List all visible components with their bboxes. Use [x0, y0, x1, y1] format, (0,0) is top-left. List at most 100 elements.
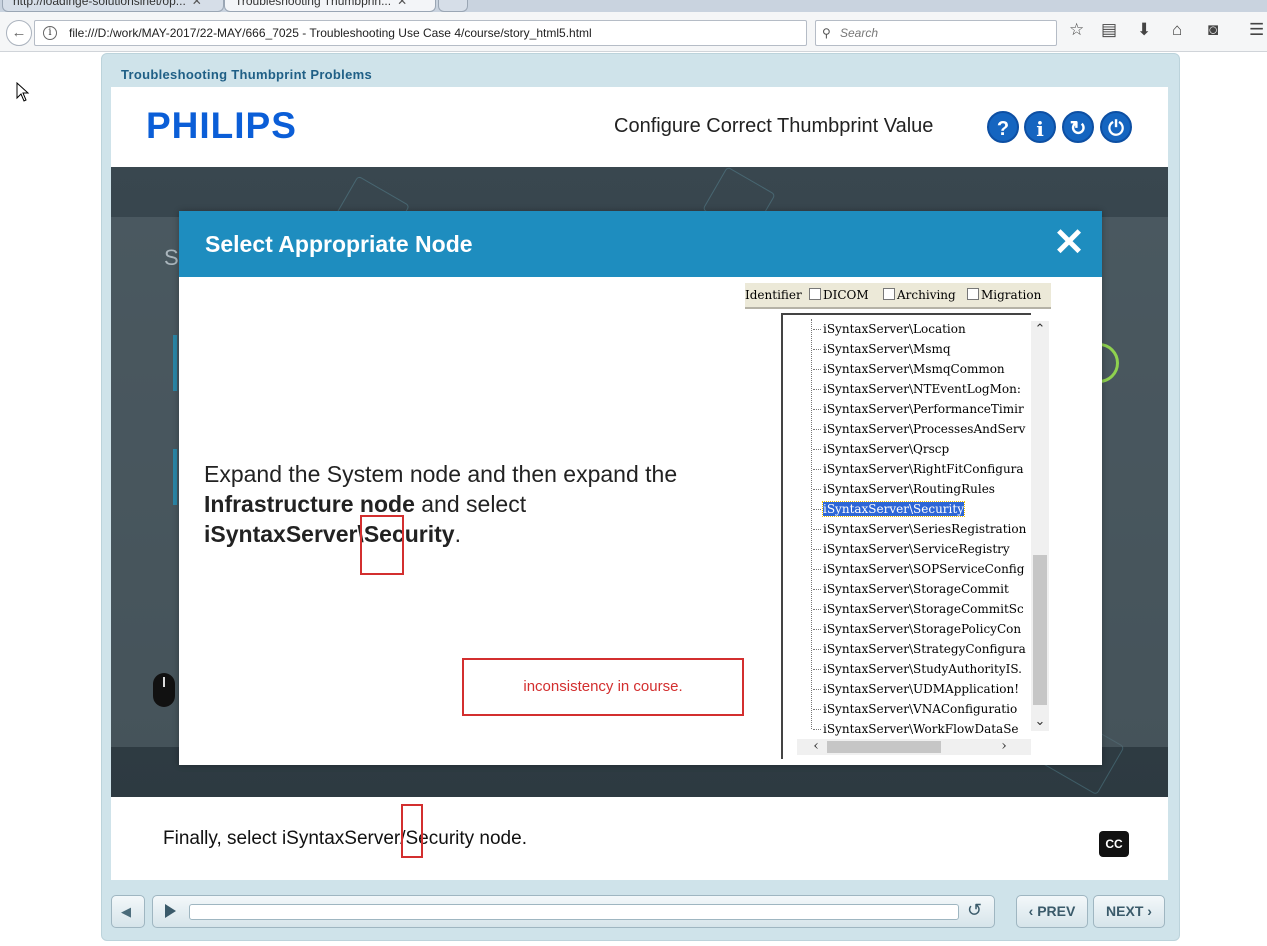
tree-node-label: iSyntaxServer\StrategyConfigura — [823, 642, 1026, 656]
tree-node[interactable]: iSyntaxServer\StoragePolicyCon — [813, 619, 1021, 639]
slide-title: Configure Correct Thumbprint Value — [614, 115, 934, 137]
philips-logo: PHILIPS — [146, 105, 297, 146]
modal-header: Select Appropriate Node ✕ — [179, 211, 1102, 277]
browser-tab[interactable]: http://loadinge-solutionsinet/op... ✕ — [2, 0, 224, 12]
tab-label: DICOM — [823, 288, 869, 302]
home-icon[interactable]: ⌂ — [1172, 20, 1182, 40]
mouse-icon — [153, 673, 175, 707]
tree-node[interactable]: iSyntaxServer\StrategyConfigura — [813, 639, 1026, 659]
tree-node[interactable]: iSyntaxServer\Qrscp — [813, 439, 949, 459]
screenshot-tabs: Identifier DICOM Archiving Migration — [745, 283, 1051, 309]
new-tab-button[interactable]: + — [438, 0, 468, 12]
instruction-bold: Infrastructure node — [204, 491, 415, 517]
cc-panel: CC — [1081, 799, 1148, 880]
reading-list-icon[interactable]: ▤ — [1101, 20, 1117, 40]
instruction-part: Expand the System node and then expand t… — [204, 461, 678, 487]
annotation-highlight — [360, 515, 404, 575]
tree-node-label: iSyntaxServer\UDMApplication! — [823, 682, 1020, 696]
tree-node-selected[interactable]: iSyntaxServer\Security — [813, 499, 965, 519]
tree-node-label: iSyntaxServer\StoragePolicyCon — [823, 622, 1022, 636]
tree-node[interactable]: iSyntaxServer\PerformanceTimir — [813, 399, 1024, 419]
tab-migration[interactable]: Migration — [967, 283, 1041, 307]
tree-node[interactable]: iSyntaxServer\UDMApplication! — [813, 679, 1019, 699]
scroll-down-icon[interactable]: ⌄ — [1031, 713, 1049, 731]
tree-node-label: iSyntaxServer\NTEventLogMon: — [823, 382, 1021, 396]
tab-icon — [883, 288, 895, 300]
tab-icon — [967, 288, 979, 300]
instruction-bold: iSyntaxServer\Security — [204, 521, 455, 547]
tree-node[interactable]: iSyntaxServer\VNAConfiguratio — [813, 699, 1017, 719]
tab-dicom[interactable]: DICOM — [809, 283, 869, 307]
annotation-highlight — [401, 804, 423, 858]
tree-node[interactable]: iSyntaxServer\SOPServiceConfig — [813, 559, 1024, 579]
tree-node[interactable]: iSyntaxServer\MsmqCommon — [813, 359, 1005, 379]
close-icon[interactable]: ✕ — [1051, 223, 1087, 263]
scroll-thumb[interactable] — [1033, 555, 1047, 705]
tree-node[interactable]: iSyntaxServer\RightFitConfigura — [813, 459, 1024, 479]
instruction-part: . — [454, 521, 461, 547]
play-icon[interactable] — [165, 904, 176, 918]
help-button[interactable]: ? — [987, 111, 1019, 143]
tab-label: http://loadinge-solutionsinet/op... — [13, 0, 186, 8]
tree-node[interactable]: iSyntaxServer\RoutingRules — [813, 479, 995, 499]
tree-node[interactable]: iSyntaxServer\SeriesRegistration — [813, 519, 1026, 539]
pocket-icon[interactable]: ◙ — [1208, 20, 1218, 40]
instruction-part: and select — [414, 491, 527, 517]
exit-button[interactable]: ⏻ — [1100, 111, 1132, 143]
replay-icon[interactable]: ↺ — [967, 900, 982, 921]
tree-node-label: iSyntaxServer\RoutingRules — [823, 482, 995, 496]
tree-node[interactable]: iSyntaxServer\ProcessesAndServ — [813, 419, 1025, 439]
volume-button[interactable]: ◀ — [111, 895, 145, 928]
tab-label: Troubleshooting Thumbprin... — [235, 0, 392, 8]
scroll-up-icon[interactable]: ⌃ — [1031, 321, 1049, 339]
tab-icon — [809, 288, 821, 300]
close-tab-icon[interactable]: ✕ — [397, 0, 407, 8]
instruction-text: Expand the System node and then expand t… — [204, 459, 744, 549]
mouse-cursor-icon — [16, 82, 30, 102]
vertical-scrollbar[interactable]: ⌃ ⌄ — [1031, 321, 1049, 731]
tree-node[interactable]: iSyntaxServer\Location — [813, 319, 966, 339]
caption-panel: Finally, select iSyntaxServer/Security n… — [133, 799, 1069, 880]
tree-node[interactable]: iSyntaxServer\WorkFlowDataSe — [813, 719, 1019, 739]
bookmark-star-icon[interactable]: ☆ — [1069, 20, 1084, 40]
tree-node-label: iSyntaxServer\ProcessesAndServ — [823, 422, 1026, 436]
seek-track[interactable] — [189, 904, 959, 920]
browser-tab-active[interactable]: Troubleshooting Thumbprin... ✕ — [224, 0, 436, 12]
tree-node-label: iSyntaxServer\Location — [823, 322, 966, 336]
menu-icon[interactable]: ☰ — [1249, 20, 1264, 40]
tree-node[interactable]: iSyntaxServer\NTEventLogMon: — [813, 379, 1021, 399]
search-input[interactable]: ⚲ Search — [815, 20, 1057, 46]
tree-node[interactable]: iSyntaxServer\StorageCommit — [813, 579, 1009, 599]
replay-button[interactable]: ↻ — [1062, 111, 1094, 143]
tab-identifier[interactable]: Identifier — [745, 283, 802, 307]
scroll-left-icon[interactable]: ‹ — [807, 738, 825, 754]
scroll-thumb[interactable] — [827, 741, 941, 753]
tree-node-label: iSyntaxServer\Security — [822, 501, 965, 517]
tree-node-label: iSyntaxServer\Msmq — [823, 342, 951, 356]
info-icon[interactable]: i — [43, 26, 57, 40]
scroll-right-icon[interactable]: › — [995, 738, 1013, 754]
url-bar[interactable]: i file:///D:/work/MAY-2017/22-MAY/666_70… — [34, 20, 807, 46]
tree-node[interactable]: iSyntaxServer\Msmq — [813, 339, 951, 359]
browser-tabstrip: http://loadinge-solutionsinet/op... ✕ Tro… — [0, 0, 1267, 12]
next-button[interactable]: NEXT › — [1093, 895, 1165, 928]
player-controls: ◀ ↺ ‹ PREV NEXT › — [111, 895, 1168, 931]
info-button[interactable]: i — [1024, 111, 1056, 143]
tree-node-label: iSyntaxServer\SOPServiceConfig — [823, 562, 1025, 576]
tree-node-label: iSyntaxServer\ServiceRegistry — [823, 542, 1010, 556]
tree-node[interactable]: iSyntaxServer\StorageCommitSc — [813, 599, 1024, 619]
back-button[interactable]: ← — [6, 20, 32, 46]
prev-button[interactable]: ‹ PREV — [1016, 895, 1088, 928]
close-tab-icon[interactable]: ✕ — [192, 0, 202, 8]
tree-node-label: iSyntaxServer\RightFitConfigura — [823, 462, 1024, 476]
tree-node[interactable]: iSyntaxServer\ServiceRegistry — [813, 539, 1010, 559]
tree-node[interactable]: iSyntaxServer\StudyAuthorityIS. — [813, 659, 1022, 679]
download-icon[interactable]: ⬇ — [1137, 20, 1151, 40]
tab-label: Migration — [981, 288, 1042, 302]
speaker-icon: ◀ — [121, 904, 131, 919]
url-text: file:///D:/work/MAY-2017/22-MAY/666_7025… — [69, 26, 592, 40]
search-placeholder: Search — [840, 26, 879, 40]
horizontal-scrollbar[interactable]: ‹ › — [797, 738, 1031, 755]
tab-archiving[interactable]: Archiving — [883, 283, 956, 307]
closed-captions-button[interactable]: CC — [1099, 831, 1129, 857]
